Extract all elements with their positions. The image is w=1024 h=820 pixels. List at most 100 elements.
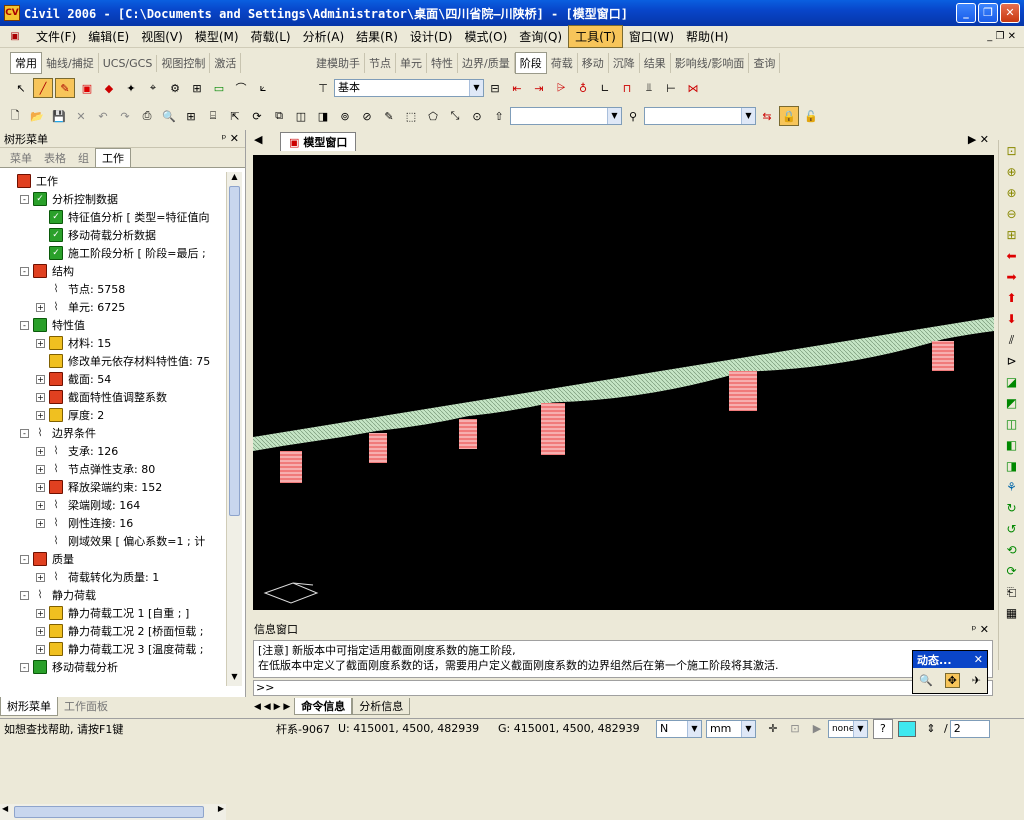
stage-select[interactable]: 基本 ▼ [334,79,484,97]
chevron-down-icon[interactable]: ▼ [686,720,701,737]
scroll-right-icon[interactable]: ▶ [218,804,224,813]
menu-model[interactable]: 模型(M) [189,26,245,47]
tree-expand-icon[interactable]: - [20,428,29,438]
element-icon[interactable]: ⌖ [143,78,163,98]
zoom-all-icon[interactable]: ⊞ [1002,226,1022,244]
open-file-icon[interactable]: 📂 [27,106,47,126]
right-view-icon[interactable]: ◨ [1002,457,1022,475]
tab-element[interactable]: 单元 [396,53,427,73]
axis-view-icon[interactable]: ⚘ [1002,478,1022,496]
stage-next-icon[interactable]: ⇥ [529,78,549,98]
divide-icon[interactable]: ◨ [313,106,333,126]
tab-group[interactable]: 组 [72,149,95,167]
select-line-icon[interactable]: ⤡ [445,106,465,126]
tree-item[interactable]: + 截面: 54 [36,370,111,388]
tree-item[interactable]: + 材料: 15 [36,334,111,352]
zoom-in-icon[interactable]: ⊕ [1002,184,1022,202]
tree-item[interactable]: 修改单元依存材料特性值: 75 [36,352,210,370]
scroll-down-icon[interactable]: ▼ [227,672,242,686]
tab-ucs-gcs[interactable]: UCS/GCS [99,54,158,72]
tree-item[interactable]: 工作 [4,172,58,190]
unlock-icon[interactable]: 🔓 [801,106,821,126]
chevron-down-icon[interactable]: ▼ [741,108,755,124]
tree-item[interactable]: - 结构 [20,262,74,280]
render-icon[interactable]: ▦ [1002,604,1022,622]
mirror-icon[interactable]: ⧉ [269,106,289,126]
scroll-up-icon[interactable]: ▲ [227,172,242,186]
bottom-view-icon[interactable]: ◫ [1002,415,1022,433]
menu-edit[interactable]: 编辑(E) [82,26,135,47]
close-button[interactable]: ✕ [1000,3,1020,23]
tab-query[interactable]: 查询 [749,53,781,73]
delete-icon[interactable]: ✕ [71,106,91,126]
chevron-down-icon[interactable]: ▼ [740,720,755,737]
tab-nav-icon[interactable]: ▶ ✕ [968,133,989,146]
tree-expand-icon[interactable]: - [20,320,29,330]
snap-tool-icon[interactable]: ✎ [55,78,75,98]
select-all-icon[interactable]: ⊙ [467,106,487,126]
arrow-up-icon[interactable]: ⬆ [1002,289,1022,307]
tab-left-icon[interactable]: ◀ [254,133,262,146]
edit-icon[interactable]: ✎ [379,106,399,126]
tree-item[interactable]: + 截面特性值调整系数 [36,388,167,406]
tree-expand-icon[interactable]: - [20,554,29,564]
tab-nav-icon[interactable]: ◀ ◀ ▶ ▶ [250,702,294,712]
tree-expand-icon[interactable]: + [36,644,45,654]
pointer-icon[interactable]: ⇧ [489,106,509,126]
grid-icon[interactable]: ⊞ [181,106,201,126]
rotate-dynamic-icon[interactable]: ✈ [972,674,981,687]
tree-item[interactable]: + ⌇ 刚性连接: 16 [36,514,133,532]
tab-load[interactable]: 荷载 [547,53,578,73]
zoom-fit-icon[interactable]: ⊕ [1002,163,1022,181]
tree-expand-icon[interactable]: + [36,374,45,384]
tree-expand-icon[interactable]: + [36,410,45,420]
tree-item[interactable]: + 静力荷载工况 1 [自重 ; ] [36,604,189,622]
info-panel-controls[interactable]: ᵖ ✕ [972,623,989,636]
tree-expand-icon[interactable]: + [36,302,45,312]
tree-expand-icon[interactable]: + [36,500,45,510]
rotate-x-icon[interactable]: ↻ [1002,499,1022,517]
chevron-down-icon[interactable]: ▼ [607,108,621,124]
stage-prev-icon[interactable]: ⇤ [507,78,527,98]
tree-item[interactable]: + ⌇ 节点弹性支承: 80 [36,460,155,478]
tree-item[interactable]: + ⌇ 荷载转化为质量: 1 [36,568,159,586]
tree-item[interactable]: ✓ 施工阶段分析 [ 阶段=最后 ; [36,244,206,262]
save-icon[interactable]: 💾 [49,106,69,126]
merge-icon[interactable]: ⊚ [335,106,355,126]
menu-analysis[interactable]: 分析(A) [297,26,351,47]
tree-item[interactable]: - 移动荷载分析 [20,658,118,676]
front-view-icon[interactable]: ⊳ [1002,352,1022,370]
select-polygon-icon[interactable]: ⬠ [423,106,443,126]
tree-item[interactable]: + 厚度: 2 [36,406,104,424]
boundary-icon[interactable]: ⊞ [187,78,207,98]
line-tool-icon[interactable]: ╱ [33,78,53,98]
stage-chart-icon[interactable]: ∟ [595,78,615,98]
tab-stage[interactable]: 阶段 [514,52,547,74]
restore-button[interactable]: ❐ [978,3,998,23]
tree-expand-icon[interactable]: - [20,194,29,204]
panel-controls[interactable]: ᵖ ✕ [222,132,239,145]
extrude-icon[interactable]: ◫ [291,106,311,126]
tab-activate[interactable]: 激活 [210,53,242,73]
rect-tool-icon[interactable]: ▣ [77,78,97,98]
display-icon[interactable]: ▭ [209,78,229,98]
stage-link-icon[interactable]: ⋈ [683,78,703,98]
zoom-window-icon[interactable]: ⊡ [1002,142,1022,160]
snap-grid-icon[interactable]: ⊡ [785,719,805,739]
tab-moving[interactable]: 移动 [578,53,609,73]
tab-model-window[interactable]: ▣ 模型窗口 [280,132,357,151]
tree-item[interactable]: + ⌇ 单元: 6725 [36,298,125,316]
model-view[interactable] [253,155,994,610]
menu-view[interactable]: 视图(V) [135,26,189,47]
rotate-z-icon[interactable]: ⟲ [1002,541,1022,559]
zoom-out-icon[interactable]: ⊖ [1002,205,1022,223]
stage-release-icon[interactable]: ⊢ [661,78,681,98]
menu-results[interactable]: 结果(R) [350,26,404,47]
rotate-free-icon[interactable]: ⟳ [1002,562,1022,580]
doc-icon[interactable]: ▣ [0,31,30,42]
stage-load-icon[interactable]: ⩥ [551,78,571,98]
left-view-icon[interactable]: ◧ [1002,436,1022,454]
snap-select[interactable]: none ▼ [827,719,868,738]
structure-icon[interactable]: ⌸ [203,106,223,126]
tree-expand-icon[interactable]: + [36,518,45,528]
